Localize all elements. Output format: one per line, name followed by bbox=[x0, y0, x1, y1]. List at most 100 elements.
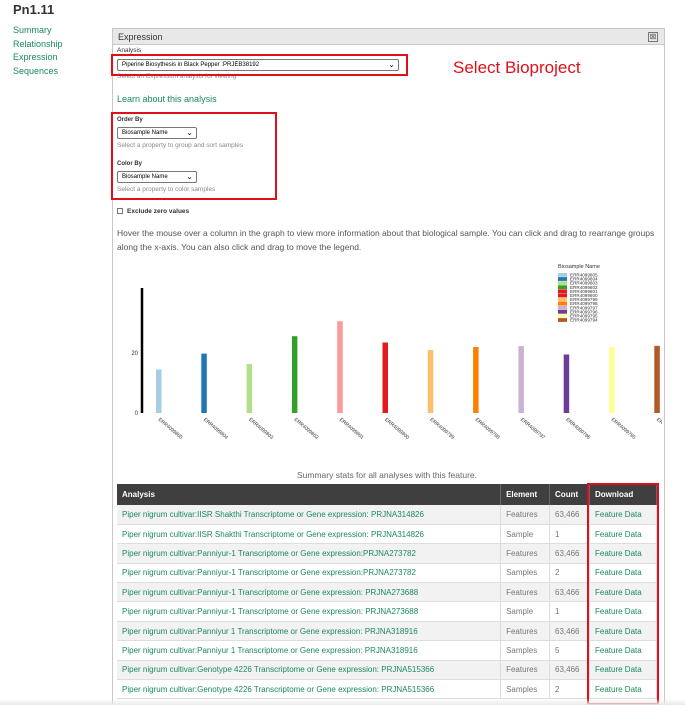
cell-element: Features bbox=[500, 621, 551, 642]
x-tick-label: ERR4099799 bbox=[429, 417, 456, 441]
cell-analysis[interactable]: Piper nigrum cultivar:Panniyur-1 Transcr… bbox=[117, 582, 502, 603]
bar-err4099803 bbox=[246, 364, 253, 413]
cell-element: Features bbox=[500, 543, 551, 564]
cell-count: 1 bbox=[549, 601, 591, 622]
column-header-count: Count bbox=[549, 484, 591, 505]
x-tick-label: ERR4099802 bbox=[293, 417, 320, 441]
bar-err4099805 bbox=[156, 369, 162, 413]
y-tick-label: 0 bbox=[135, 411, 139, 417]
cell-count: 5 bbox=[549, 640, 591, 661]
table-row: Piper nigrum cultivar:Panniyur-1 Transcr… bbox=[117, 601, 657, 622]
stats-caption: Summary stats for all analyses with this… bbox=[297, 470, 477, 480]
legend-swatch bbox=[558, 318, 567, 322]
summary-stats-table: Analysis Element Count Download Piper ni… bbox=[117, 484, 657, 700]
x-tick-label: ER bbox=[655, 417, 662, 426]
panel-title: Expression bbox=[118, 32, 163, 42]
x-tick-label: ERR4099805 bbox=[157, 417, 184, 441]
exclude-zero-checkbox[interactable]: Exclude zero values bbox=[117, 208, 189, 215]
legend-swatch bbox=[558, 285, 567, 290]
legend-swatch bbox=[558, 301, 567, 306]
x-tick-label: ERR4099798 bbox=[474, 417, 501, 441]
cell-element: Features bbox=[500, 660, 551, 681]
bar-err4099800 bbox=[382, 342, 388, 413]
annotation-highlight-analysis bbox=[111, 54, 408, 76]
table-row: Piper nigrum cultivar:Panniyur 1 Transcr… bbox=[117, 621, 657, 642]
table-row: Piper nigrum cultivar:IISR Shakthi Trans… bbox=[117, 505, 657, 525]
legend-swatch bbox=[558, 277, 567, 281]
cell-count: 63,466 bbox=[549, 660, 591, 681]
cell-analysis[interactable]: Piper nigrum cultivar:Panniyur-1 Transcr… bbox=[117, 601, 502, 622]
x-tick-label: ERR4099803 bbox=[247, 417, 274, 441]
cell-element: Samples bbox=[500, 679, 551, 700]
cell-analysis[interactable]: Piper nigrum cultivar:Panniyur-1 Transcr… bbox=[117, 543, 502, 564]
cell-analysis[interactable]: Piper nigrum cultivar:IISR Shakthi Trans… bbox=[117, 524, 502, 545]
bar-err4099804 bbox=[201, 353, 207, 413]
nav-link-expression[interactable]: Expression bbox=[13, 51, 63, 65]
nav-link-summary[interactable]: Summary bbox=[13, 24, 63, 38]
cell-element: Sample bbox=[500, 601, 551, 622]
legend-swatch bbox=[558, 293, 567, 298]
x-tick-label: ERR4099797 bbox=[519, 417, 546, 441]
legend-swatch bbox=[558, 273, 567, 277]
cell-analysis[interactable]: Piper nigrum cultivar:Panniyur-1 Transcr… bbox=[117, 563, 502, 584]
chart-instructions: Hover the mouse over a column in the gra… bbox=[117, 228, 655, 252]
cell-count: 1 bbox=[549, 524, 591, 545]
cell-count: 2 bbox=[549, 679, 591, 700]
legend-entry: ERR4099794 bbox=[570, 318, 598, 323]
nav-link-sequences[interactable]: Sequences bbox=[13, 65, 63, 79]
table-row: Piper nigrum cultivar:Panniyur-1 Transcr… bbox=[117, 582, 657, 603]
cell-analysis[interactable]: Piper nigrum cultivar:Panniyur 1 Transcr… bbox=[117, 640, 502, 661]
x-tick-label: ERR4099796 bbox=[564, 417, 591, 441]
cell-count: 63,466 bbox=[549, 505, 591, 525]
legend-title: Biosample Name bbox=[558, 264, 600, 270]
bar-er bbox=[654, 345, 660, 413]
x-tick-label: ERR4099800 bbox=[383, 417, 410, 441]
cell-analysis[interactable]: Piper nigrum cultivar:Panniyur 1 Transcr… bbox=[117, 621, 502, 642]
table-row: Piper nigrum cultivar:IISR Shakthi Trans… bbox=[117, 524, 657, 545]
x-tick-label: ERR4099804 bbox=[202, 417, 229, 441]
cell-count: 63,466 bbox=[549, 543, 591, 564]
expression-bar-chart[interactable]: 0 20 ERR4099805 ERR4099804 ERR4099803 ERR4099… bbox=[112, 258, 662, 468]
annotation-select-bioproject: Select Bioproject bbox=[453, 58, 581, 77]
legend-swatch bbox=[558, 297, 567, 302]
side-navigation: Summary Relationship Expression Sequence… bbox=[13, 24, 63, 78]
cell-element: Features bbox=[500, 582, 551, 603]
column-header-element: Element bbox=[500, 484, 551, 505]
cell-element: Sample bbox=[500, 524, 551, 545]
cell-analysis[interactable]: Piper nigrum cultivar:Genotype 4226 Tran… bbox=[117, 660, 502, 681]
x-tick-label: ERR4099801 bbox=[338, 417, 365, 441]
cell-count: 63,466 bbox=[549, 621, 591, 642]
table-header-row: Analysis Element Count Download bbox=[117, 484, 657, 505]
nav-link-relationship[interactable]: Relationship bbox=[13, 38, 63, 52]
legend-swatch bbox=[558, 305, 567, 310]
cell-element: Features bbox=[500, 505, 551, 525]
table-row: Piper nigrum cultivar:Panniyur-1 Transcr… bbox=[117, 543, 657, 564]
table-row: Piper nigrum cultivar:Genotype 4226 Tran… bbox=[117, 679, 657, 700]
window-bottom-edge bbox=[0, 699, 685, 705]
cell-analysis[interactable]: Piper nigrum cultivar:Genotype 4226 Tran… bbox=[117, 679, 502, 700]
exclude-zero-label: Exclude zero values bbox=[127, 208, 190, 215]
legend-swatch bbox=[558, 309, 567, 314]
annotation-highlight-download bbox=[587, 483, 659, 705]
legend-swatch bbox=[558, 289, 567, 294]
y-tick-label: 20 bbox=[131, 351, 138, 357]
table-row: Piper nigrum cultivar:Panniyur-1 Transcr… bbox=[117, 563, 657, 584]
annotation-highlight-order-color bbox=[111, 112, 277, 200]
bar-err4099801 bbox=[337, 321, 343, 413]
bar-err4099797 bbox=[518, 346, 524, 413]
table-row: Piper nigrum cultivar:Panniyur 1 Transcr… bbox=[117, 640, 657, 661]
table-row: Piper nigrum cultivar:Genotype 4226 Tran… bbox=[117, 660, 657, 681]
learn-about-analysis-link[interactable]: Learn about this analysis bbox=[117, 94, 217, 104]
legend-swatch bbox=[558, 314, 567, 318]
cell-element: Samples bbox=[500, 640, 551, 661]
x-tick-label: ERR4099795 bbox=[610, 417, 637, 441]
cell-count: 63,466 bbox=[549, 582, 591, 603]
bar-err4099796 bbox=[563, 354, 570, 413]
cell-count: 2 bbox=[549, 563, 591, 584]
bar-err4099795 bbox=[609, 347, 615, 413]
bar-err4099798 bbox=[473, 347, 479, 413]
cell-analysis[interactable]: Piper nigrum cultivar:IISR Shakthi Trans… bbox=[117, 505, 502, 525]
bar-err4099802 bbox=[291, 336, 298, 413]
bar-err4099799 bbox=[427, 350, 434, 413]
close-icon[interactable]: ⊠ bbox=[648, 32, 658, 42]
